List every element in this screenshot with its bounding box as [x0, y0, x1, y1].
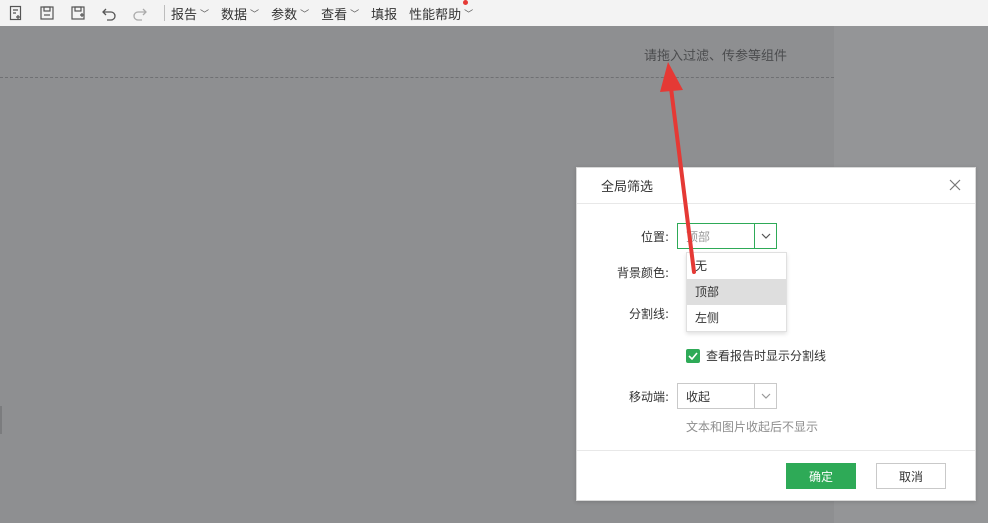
menu-view[interactable]: 查看 ﹀ [321, 4, 359, 23]
bg-color-label: 背景颜色: [616, 266, 669, 280]
show-divider-option[interactable]: 查看报告时显示分割线 [686, 347, 826, 364]
mobile-select[interactable]: 收起 [677, 383, 777, 409]
new-report-icon[interactable] [5, 2, 27, 24]
undo-icon[interactable] [98, 2, 120, 24]
dialog-header: 全局筛选 [577, 168, 975, 204]
close-icon[interactable] [947, 177, 963, 193]
mobile-select-value: 收起 [686, 389, 711, 404]
position-select[interactable]: 顶部 [677, 223, 777, 249]
dropdown-option-left[interactable]: 左侧 [687, 305, 786, 331]
menu-params[interactable]: 参数 ﹀ [271, 4, 309, 23]
dialog-footer: 确定 取消 [577, 450, 975, 500]
notification-dot [463, 0, 469, 5]
mobile-label: 移动端: [628, 389, 669, 404]
bg-color-row: 背景颜色: [577, 264, 677, 281]
save-as-icon[interactable] [67, 2, 89, 24]
menu-report[interactable]: 报告 ﹀ [171, 4, 209, 23]
global-filter-dialog: 全局筛选 位置: 顶部 背景颜色: 分割线: 无 顶部 左侧 查看报告时显示分割… [576, 167, 976, 501]
toolbar-divider [164, 5, 165, 21]
cancel-button[interactable]: 取消 [876, 463, 946, 489]
chevron-down-icon[interactable] [754, 384, 776, 408]
chevron-down-icon: ﹀ [350, 9, 360, 20]
left-edge-handle[interactable] [0, 406, 2, 434]
chevron-down-icon: ﹀ [464, 9, 474, 20]
position-row: 位置: 顶部 [577, 223, 777, 249]
divider-label: 分割线: [628, 307, 669, 321]
menu-data[interactable]: 数据 ﹀ [221, 4, 259, 23]
divider-row: 分割线: [577, 305, 677, 322]
position-dropdown: 无 顶部 左侧 [686, 252, 787, 332]
show-divider-label: 查看报告时显示分割线 [706, 349, 827, 363]
mobile-note: 文本和图片收起后不显示 [686, 420, 819, 434]
position-label: 位置: [640, 229, 669, 244]
menu-performance-help[interactable]: 性能帮助 ﹀ [409, 0, 474, 23]
confirm-button[interactable]: 确定 [786, 463, 856, 489]
menu-fill[interactable]: 填报 [371, 4, 397, 23]
position-select-value: 顶部 [686, 229, 711, 244]
show-divider-checkbox[interactable] [686, 348, 700, 363]
chevron-down-icon: ﹀ [300, 9, 310, 20]
filter-drop-zone[interactable]: 请拖入过滤、传参等组件 [0, 26, 834, 78]
toolbar: 报告 ﹀ 数据 ﹀ 参数 ﹀ 查看 ﹀ 填报 性能帮助 ﹀ [0, 0, 988, 26]
dialog-title: 全局筛选 [601, 180, 654, 195]
chevron-down-icon: ﹀ [200, 9, 210, 20]
redo-icon[interactable] [129, 2, 151, 24]
chevron-down-icon[interactable] [754, 224, 776, 248]
mobile-row: 移动端: 收起 [577, 383, 777, 409]
filter-zone-hint: 请拖入过滤、传参等组件 [643, 49, 787, 64]
save-icon[interactable] [36, 2, 58, 24]
dropdown-option-top[interactable]: 顶部 [687, 279, 786, 305]
chevron-down-icon: ﹀ [250, 9, 260, 20]
dropdown-option-none[interactable]: 无 [687, 253, 786, 279]
